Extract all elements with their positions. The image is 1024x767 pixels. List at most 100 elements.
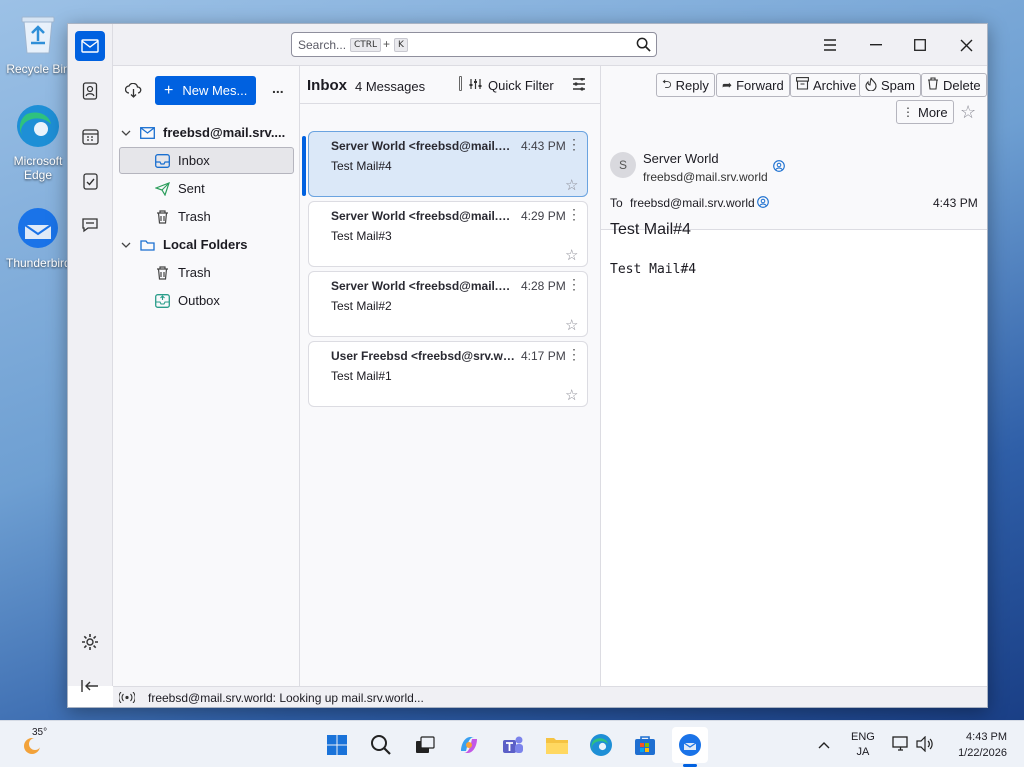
filter-icon: [469, 78, 482, 93]
message-date: 4:43 PM: [933, 196, 978, 210]
more-dots-icon: ⋮: [902, 105, 914, 119]
new-message-button[interactable]: + New Mes...: [155, 76, 256, 105]
address-book-icon[interactable]: [75, 76, 105, 106]
message-card[interactable]: Server World <freebsd@mail.srv.world> 4:…: [308, 201, 588, 267]
folder-inbox[interactable]: Inbox: [119, 147, 294, 174]
start-icon[interactable]: [321, 729, 353, 761]
message-menu-icon[interactable]: ⋮: [567, 276, 581, 293]
show-hidden-icons-chevron-up-icon[interactable]: [818, 737, 830, 752]
settings-gear-icon[interactable]: [75, 627, 105, 657]
message-subject: Test Mail#3: [331, 229, 392, 243]
trash-icon: [154, 209, 170, 225]
status-text: freebsd@mail.srv.world: Looking up mail.…: [148, 691, 424, 705]
mail-icon[interactable]: [75, 31, 105, 61]
file-explorer-icon[interactable]: [541, 729, 573, 761]
folder-outbox[interactable]: Outbox: [119, 287, 294, 314]
spam-flame-icon: [865, 77, 877, 94]
archive-button[interactable]: Archive: [790, 73, 863, 97]
folder-label: Trash: [178, 265, 211, 280]
volume-icon[interactable]: [916, 735, 934, 755]
quick-filter-button[interactable]: Quick Filter: [469, 78, 554, 93]
search-placeholder: Search...: [298, 38, 347, 52]
forward-label: Forward: [736, 77, 784, 93]
tasks-icon[interactable]: [75, 166, 105, 196]
status-bar: freebsd@mail.srv.world: Looking up mail.…: [113, 686, 987, 707]
edge-icon[interactable]: [585, 729, 617, 761]
chevron-down-icon[interactable]: [119, 130, 133, 136]
plus-icon: +: [164, 81, 174, 99]
teams-icon[interactable]: [497, 729, 529, 761]
desktop-icon-edge[interactable]: Microsoft Edge: [6, 102, 70, 182]
message-card[interactable]: User Freebsd <freebsd@srv.world> 4:17 PM…: [308, 341, 588, 407]
shortcut-key: K: [394, 38, 408, 52]
message-time: 4:28 PM: [521, 279, 566, 293]
network-icon[interactable]: [892, 736, 910, 755]
message-menu-icon[interactable]: ⋮: [567, 136, 581, 153]
forward-button[interactable]: ➦ Forward: [716, 73, 790, 97]
message-reader-pane: ⮌ Reply ➦ Forward Archive Spam Delete ⋮ Mor…: [601, 66, 987, 686]
weather-widget[interactable]: 35°: [20, 727, 47, 760]
clock-date: 1/22/2026: [958, 747, 1007, 759]
get-messages-icon[interactable]: [124, 82, 142, 101]
minimize-icon[interactable]: [864, 33, 888, 57]
clock-time: 4:43 PM: [966, 731, 1007, 743]
desktop-icon-thunderbird[interactable]: Thunderbird: [6, 204, 71, 270]
local-folders-label: Local Folders: [163, 237, 248, 252]
folder-label: Trash: [178, 209, 211, 224]
reply-button[interactable]: ⮌ Reply: [656, 73, 715, 97]
message-menu-icon[interactable]: ⋮: [567, 346, 581, 363]
account-row[interactable]: freebsd@mail.srv....: [119, 119, 294, 146]
message-list-header: Inbox 4 Messages Quick Filter: [300, 66, 601, 104]
more-button[interactable]: ⋮ More: [896, 100, 954, 124]
contact-icon[interactable]: [757, 196, 769, 211]
clock[interactable]: 4:43 PM 1/22/2026: [945, 729, 1007, 761]
message-card[interactable]: Server World <freebsd@mail.srv.world> 4:…: [308, 131, 588, 197]
message-time: 4:17 PM: [521, 349, 566, 363]
message-list-pane: Inbox 4 Messages Quick Filter Server Wor…: [300, 66, 601, 686]
desktop-icon-recycle-bin[interactable]: Recycle Bin: [6, 10, 70, 76]
thunderbird-taskbar-icon[interactable]: [672, 727, 708, 763]
folder-local-trash[interactable]: Trash: [119, 259, 294, 286]
trash-icon: [154, 265, 170, 281]
store-icon[interactable]: [629, 729, 661, 761]
copilot-icon[interactable]: [453, 729, 485, 761]
close-icon[interactable]: [954, 33, 978, 57]
sender-name[interactable]: Server World: [643, 151, 719, 166]
chevron-down-icon[interactable]: [119, 242, 133, 248]
online-status-icon[interactable]: [118, 691, 136, 706]
calendar-icon[interactable]: [75, 121, 105, 151]
to-label: To: [610, 196, 623, 210]
spam-button[interactable]: Spam: [859, 73, 921, 97]
thunderbird-icon: [14, 204, 62, 252]
folder-sent[interactable]: Sent: [119, 175, 294, 202]
delete-button[interactable]: Delete: [921, 73, 987, 97]
message-menu-icon[interactable]: ⋮: [567, 206, 581, 223]
search-icon[interactable]: [636, 37, 651, 55]
local-folders-row[interactable]: Local Folders: [119, 231, 294, 258]
app-menu-icon[interactable]: [818, 33, 842, 57]
account-name: freebsd@mail.srv....: [163, 125, 286, 140]
contact-icon[interactable]: [773, 160, 785, 175]
sender-email[interactable]: freebsd@mail.srv.world: [643, 170, 768, 184]
star-icon[interactable]: ☆: [960, 102, 976, 123]
language-indicator[interactable]: ENG JA: [851, 730, 875, 760]
star-icon[interactable]: ☆: [565, 316, 578, 334]
star-icon[interactable]: ☆: [565, 246, 578, 264]
language-secondary: JA: [856, 746, 870, 758]
global-search-input[interactable]: Search... CTRL + K: [291, 32, 657, 57]
star-icon[interactable]: ☆: [565, 386, 578, 404]
folder-pane-more-button[interactable]: ...: [272, 80, 284, 96]
task-view-icon[interactable]: [409, 729, 441, 761]
collapse-toolbar-icon[interactable]: [75, 671, 105, 701]
maximize-icon[interactable]: [908, 33, 932, 57]
quick-filter-label: Quick Filter: [488, 78, 554, 93]
chat-icon[interactable]: [75, 210, 105, 240]
list-display-options-icon[interactable]: [572, 77, 586, 94]
recipient-email[interactable]: freebsd@mail.srv.world: [630, 196, 755, 210]
folder-trash[interactable]: Trash: [119, 203, 294, 230]
shortcut-plus: +: [383, 37, 391, 51]
star-icon[interactable]: ☆: [565, 176, 578, 194]
taskbar-search-icon[interactable]: [365, 729, 397, 761]
message-card[interactable]: Server World <freebsd@mail.srv.world> 4:…: [308, 271, 588, 337]
new-message-label: New Mes...: [182, 83, 248, 98]
